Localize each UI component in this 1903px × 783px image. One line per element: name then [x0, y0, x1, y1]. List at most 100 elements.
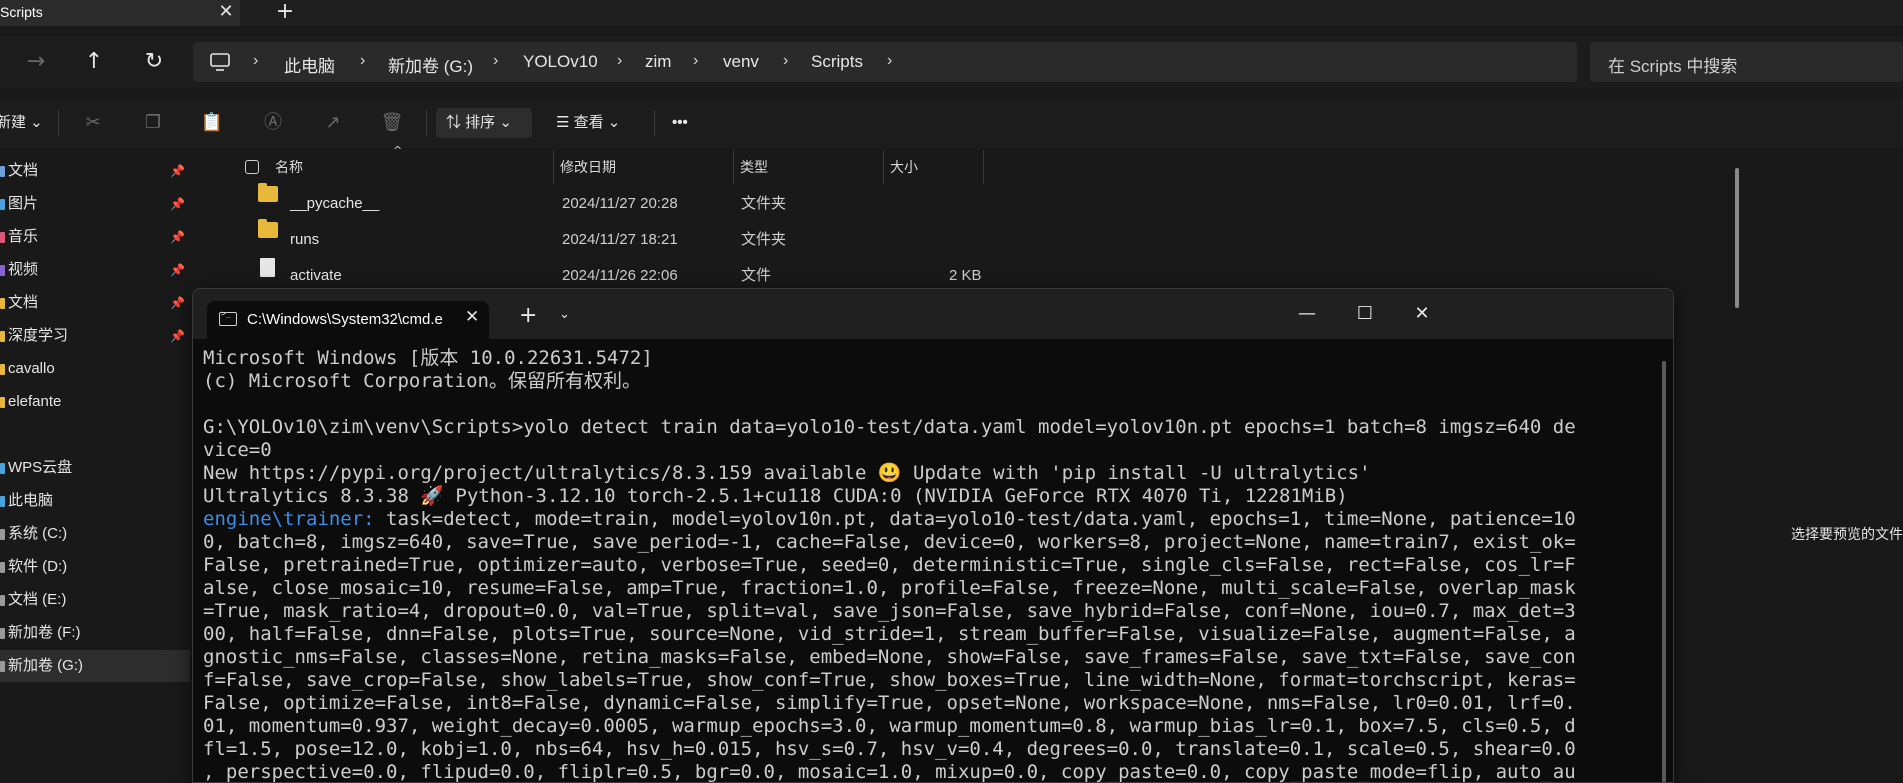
new-button[interactable]: 新建 ⌄: [0, 108, 43, 138]
terminal-tab-title: C:\Windows\System32\cmd.e: [247, 311, 443, 328]
terminal-title-bar[interactable]: C:\Windows\System32\cmd.e ✕ + ⌄ — ☐ ✕: [193, 289, 1673, 339]
breadcrumb-separator: ›: [693, 52, 699, 69]
sidebar-item[interactable]: WPS云盘: [0, 452, 190, 484]
terminal-line: 0, batch=8, imgsz=640, save=True, save_p…: [203, 531, 1653, 554]
forward-arrow-icon[interactable]: →: [18, 44, 54, 80]
sidebar-item[interactable]: 视频 📌: [0, 254, 190, 286]
column-divider[interactable]: [883, 150, 884, 184]
breadcrumb-item[interactable]: venv: [723, 52, 759, 72]
new-tab-button[interactable]: +: [272, 0, 298, 26]
toolbar-divider: [426, 110, 427, 136]
sidebar-item[interactable]: 新加卷 (F:): [0, 617, 190, 649]
pin-icon[interactable]: 📌: [170, 254, 185, 286]
file-list-scrollbar[interactable]: [1735, 168, 1739, 308]
pin-icon[interactable]: 📌: [170, 155, 185, 187]
toolbar-divider: [654, 110, 655, 136]
breadcrumb-separator: ›: [253, 52, 259, 69]
sidebar-item-label: 音乐: [8, 228, 39, 245]
sidebar-item[interactable]: elefante: [0, 386, 190, 418]
pin-icon[interactable]: 📌: [170, 188, 185, 220]
sidebar-item-icon: [0, 265, 5, 276]
minimize-icon[interactable]: —: [1287, 299, 1327, 329]
sidebar-item[interactable]: 系统 (C:): [0, 518, 190, 550]
new-tab-icon[interactable]: +: [519, 303, 537, 328]
column-header-modified[interactable]: 修改日期: [560, 150, 616, 184]
copy-icon[interactable]: ❐: [138, 108, 168, 138]
terminal-line-text: 00, half=False, dnn=False, plots=True, s…: [203, 623, 1576, 645]
sidebar-item[interactable]: 音乐 📌: [0, 221, 190, 253]
column-divider[interactable]: [553, 150, 554, 184]
cut-icon[interactable]: ✂: [78, 108, 108, 138]
column-header-name[interactable]: 名称: [275, 150, 303, 184]
search-input[interactable]: 在 Scripts 中搜索: [1590, 42, 1903, 82]
sidebar-item-label: elefante: [8, 393, 62, 410]
sidebar-item-icon: [0, 298, 5, 309]
column-divider[interactable]: [983, 150, 984, 184]
close-window-icon[interactable]: ✕: [1402, 299, 1442, 329]
column-header-type[interactable]: 类型: [740, 150, 768, 184]
sidebar-item-label: 此电脑: [8, 492, 54, 509]
terminal-line-text: False, optimize=False, int8=False, dynam…: [203, 692, 1576, 714]
rename-icon[interactable]: Ⓐ: [258, 108, 288, 138]
explorer-tab-title: Scripts: [0, 4, 43, 20]
terminal-output[interactable]: Microsoft Windows [版本 10.0.22631.5472] (c…: [203, 347, 1653, 782]
terminal-line: fl=1.5, pose=12.0, kobj=1.0, nbs=64, hsv…: [203, 738, 1653, 761]
select-all-checkbox[interactable]: [245, 160, 259, 174]
sidebar-item-label: 文档: [8, 294, 39, 311]
up-arrow-icon[interactable]: ↑: [76, 44, 112, 80]
breadcrumb-separator[interactable]: ›: [887, 52, 892, 70]
sidebar-item-label: 文档 (E:): [8, 591, 67, 608]
terminal-line-text: task=detect, mode=train, model=yolov10n.…: [374, 508, 1576, 530]
computer-icon: [210, 53, 230, 71]
sidebar-item[interactable]: cavallo: [0, 353, 190, 385]
column-header-size[interactable]: 大小: [890, 150, 918, 184]
command-bar: 新建 ⌄ ✂ ❐ 📋 Ⓐ ↗ 🗑 ⇅ 排序 ⌄ ☰ 查看 ⌄ •••: [0, 98, 1903, 148]
navigation-pane: 文档 📌 图片 📌 音乐 📌 视频 📌 文档 📌 深度学习 📌 cavallo elefante WPS云盘…: [0, 150, 190, 783]
sidebar-item-label: 视频: [8, 261, 39, 278]
file-row[interactable]: __pycache__ 2024/11/27 20:28 文件夹: [210, 183, 1535, 222]
terminal-tab[interactable]: C:\Windows\System32\cmd.e ✕: [207, 301, 489, 339]
sidebar-item-icon: [0, 661, 5, 672]
pin-icon[interactable]: 📌: [170, 221, 185, 253]
close-tab-icon[interactable]: ✕: [214, 0, 238, 26]
sort-button[interactable]: ⇅ 排序 ⌄: [436, 108, 532, 138]
breadcrumb-item[interactable]: 此电脑: [284, 52, 335, 77]
sidebar-item-label: 系统 (C:): [8, 525, 68, 542]
sidebar-item[interactable]: 新加卷 (G:): [0, 650, 190, 682]
view-button[interactable]: ☰ 查看 ⌄: [556, 108, 620, 138]
share-icon[interactable]: ↗: [318, 108, 348, 138]
maximize-icon[interactable]: ☐: [1345, 299, 1385, 329]
sidebar-item[interactable]: 文档 📌: [0, 287, 190, 319]
sidebar-item[interactable]: 软件 (D:): [0, 551, 190, 583]
terminal-line: alse, close_mosaic=10, resume=False, amp…: [203, 577, 1653, 600]
paste-icon[interactable]: 📋: [197, 108, 227, 138]
sidebar-item-icon: [0, 496, 5, 507]
address-bar[interactable]: › 此电脑 › 新加卷 (G:) › YOLOv10 › zim › venv …: [193, 42, 1577, 82]
sidebar-item[interactable]: 文档 (E:): [0, 584, 190, 616]
chevron-down-icon[interactable]: ⌄: [559, 307, 570, 322]
file-row[interactable]: runs 2024/11/27 18:21 文件夹: [210, 219, 1535, 258]
more-options-button[interactable]: •••: [672, 108, 688, 138]
terminal-line: New https://pypi.org/project/ultralytics…: [203, 462, 1653, 485]
cmd-terminal-window[interactable]: C:\Windows\System32\cmd.e ✕ + ⌄ — ☐ ✕ Mi…: [192, 288, 1674, 783]
breadcrumb-item[interactable]: 新加卷 (G:): [388, 52, 473, 77]
pin-icon[interactable]: 📌: [170, 320, 185, 352]
sidebar-item[interactable]: 图片 📌: [0, 188, 190, 220]
terminal-scrollbar[interactable]: [1662, 361, 1666, 782]
breadcrumb-item[interactable]: Scripts: [811, 52, 863, 72]
file-name: runs: [290, 231, 320, 248]
explorer-tab-scripts[interactable]: Scripts ✕: [0, 0, 240, 26]
column-divider[interactable]: [733, 150, 734, 184]
sidebar-item[interactable]: 文档 📌: [0, 155, 190, 187]
breadcrumb-item[interactable]: zim: [645, 52, 671, 72]
breadcrumb-item[interactable]: YOLOv10: [523, 52, 598, 72]
refresh-icon[interactable]: ↻: [136, 44, 172, 80]
delete-icon[interactable]: 🗑: [377, 108, 407, 138]
pin-icon[interactable]: 📌: [170, 287, 185, 319]
terminal-line-text: Ultralytics 8.3.38 🚀 Python-3.12.10 torc…: [203, 485, 1348, 507]
sidebar-item-icon: [0, 463, 5, 474]
sidebar-item[interactable]: 此电脑: [0, 485, 190, 517]
close-tab-icon[interactable]: ✕: [465, 307, 479, 327]
sidebar-item[interactable]: 深度学习 📌: [0, 320, 190, 352]
folder-icon: [258, 219, 278, 238]
